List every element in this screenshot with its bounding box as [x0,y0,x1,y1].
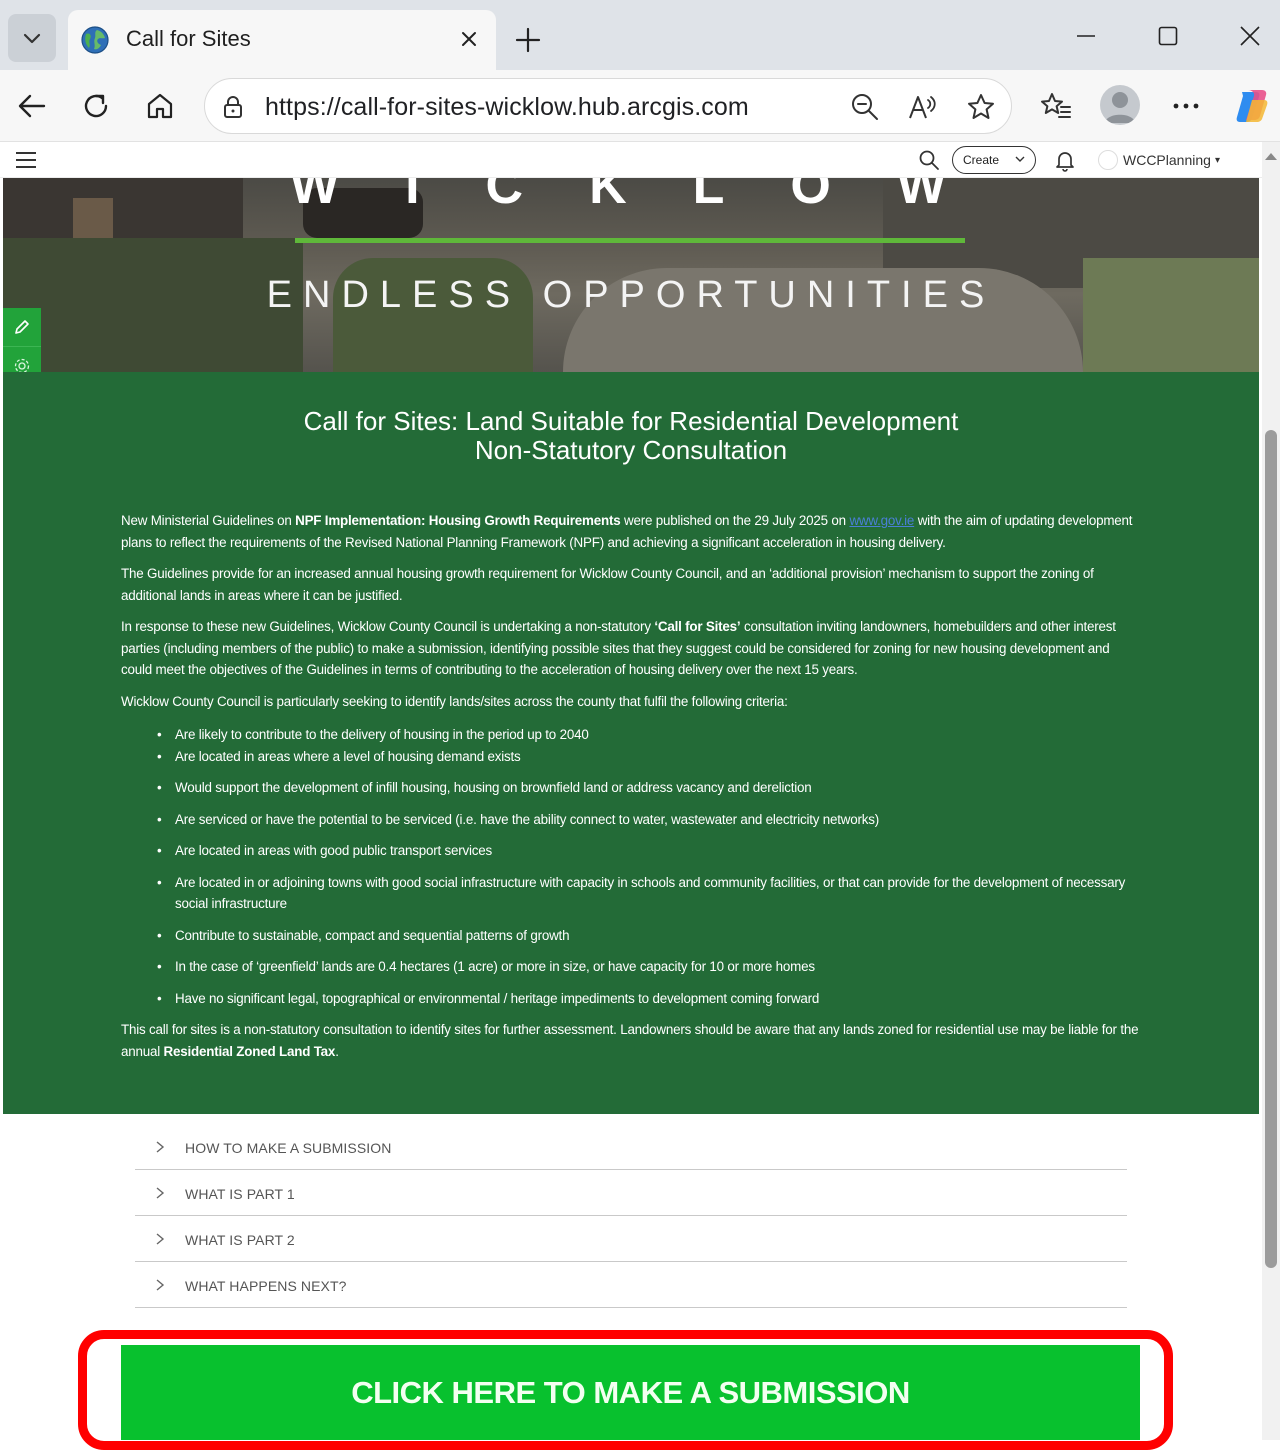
tab-close-button[interactable] [454,24,484,54]
accordion-item-what-next[interactable]: WHAT HAPPENS NEXT? [135,1262,1127,1308]
globe-icon [81,26,109,54]
home-button[interactable] [138,84,182,128]
list-item: Are located in areas where a level of ho… [157,746,1141,768]
list-item: Contribute to sustainable, compact and s… [157,925,1141,947]
call-for-sites-term: ‘Call for Sites’ [654,619,741,634]
intro-text: New Ministerial Guidelines on [121,513,296,528]
site-header: Create WCCPlanning ▾ [0,142,1262,178]
lock-icon[interactable] [219,93,247,121]
list-item: Would support the development of infill … [157,777,1141,799]
hero-tagline: ENDLESS OPPORTUNITIES [266,274,996,316]
favorite-button[interactable] [963,89,999,125]
tax-paragraph: This call for sites is a non-statutory c… [121,1019,1141,1062]
chevron-down-icon [1015,156,1025,162]
new-tab-button[interactable] [510,22,546,58]
list-item: Are likely to contribute to the delivery… [157,724,1141,746]
gov-ie-link[interactable]: www.gov.ie [849,513,914,528]
plus-icon [515,27,541,53]
star-icon [968,94,994,119]
hero-wordmark: WICKLOW [290,178,1012,215]
user-menu[interactable]: WCCPlanning ▾ [1098,146,1230,174]
create-button[interactable]: Create [952,146,1036,174]
response-text: In response to these new Guidelines, Wic… [121,619,655,634]
maximize-icon [1158,26,1178,46]
tab-call-for-sites[interactable]: Call for Sites [68,10,496,70]
search-icon[interactable] [918,149,940,171]
back-button[interactable] [10,84,54,128]
intro-paragraph: New Ministerial Guidelines on NPF Implem… [121,510,1141,553]
minimize-button[interactable] [1066,16,1106,56]
consultation-section: Call for Sites: Land Suitable for Reside… [3,372,1259,1114]
close-window-button[interactable] [1230,16,1270,56]
chevron-right-icon [156,1141,165,1153]
create-label: Create [963,153,1000,167]
person-icon [1105,92,1135,123]
list-item: Are serviced or have the potential to be… [157,809,1141,831]
tab-title: Call for Sites [126,26,251,51]
user-avatar [1098,150,1118,170]
hero-accent-line [295,238,965,243]
close-icon [462,32,476,46]
home-icon [147,93,173,119]
guidelines-title: NPF Implementation: Housing Growth Requi… [295,513,621,528]
caret-down-icon: ▾ [1214,154,1220,166]
chevron-right-icon [156,1233,165,1245]
refresh-icon [84,94,108,118]
close-icon [1240,26,1260,46]
accordion-label: WHAT IS PART 1 [185,1186,295,1202]
bell-icon[interactable] [1054,148,1076,172]
url-text[interactable]: https://call-for-sites-wicklow.hub.arcgi… [265,93,749,122]
list-item: Have no significant legal, topographical… [157,988,1141,1010]
consultation-body: New Ministerial Guidelines on NPF Implem… [121,510,1141,1072]
address-bar[interactable]: https://call-for-sites-wicklow.hub.arcgi… [204,78,1012,134]
page-subtitle: Non-Statutory Consultation [474,435,788,465]
highlight-box [78,1330,1173,1450]
zoom-button[interactable] [847,89,883,125]
refresh-button[interactable] [74,84,118,128]
arrow-left-icon [18,94,46,118]
more-options-button[interactable] [1164,84,1208,128]
chevron-right-icon [156,1279,165,1291]
browser-tab-bar: Call for Sites [0,0,1280,70]
accordion-label: WHAT IS PART 2 [185,1232,295,1248]
copilot-icon[interactable] [1232,86,1272,126]
profile-avatar[interactable] [1100,85,1140,125]
scrollbar-thumb[interactable] [1265,430,1277,1268]
zoom-out-icon [852,94,878,120]
guidelines-paragraph: The Guidelines provide for an increased … [121,566,1094,603]
favorites-button[interactable] [1034,84,1078,128]
chevron-down-icon [23,33,41,44]
maximize-button[interactable] [1148,16,1188,56]
username: WCCPlanning [1123,152,1211,168]
accordion-label: HOW TO MAKE A SUBMISSION [185,1140,392,1156]
chevron-right-icon [156,1187,165,1199]
list-item: Are located in areas with good public tr… [157,840,1141,862]
tax-term: Residential Zoned Land Tax [163,1043,336,1059]
accordion-item-part-1[interactable]: WHAT IS PART 1 [135,1170,1127,1216]
favorites-list-icon [1041,93,1071,118]
hamburger-menu-icon[interactable] [14,148,38,172]
intro-text: were published on the 29 July 2025 on [620,513,850,528]
hero-banner: WICKLOW ENDLESS OPPORTUNITIES [3,178,1259,372]
edit-button[interactable] [3,308,41,347]
read-aloud-icon [909,96,936,119]
accordion-item-part-2[interactable]: WHAT IS PART 2 [135,1216,1127,1262]
pencil-icon [15,320,29,334]
scroll-up-arrow-icon[interactable] [1264,150,1278,162]
accordion-item-how-to-submit[interactable]: HOW TO MAKE A SUBMISSION [135,1124,1127,1170]
accordion-label: WHAT HAPPENS NEXT? [185,1278,347,1294]
more-icon [1173,103,1199,109]
read-aloud-button[interactable] [905,89,941,125]
criteria-intro: Wicklow County Council is particularly s… [121,693,788,709]
criteria-list: Are likely to contribute to the delivery… [157,724,1141,1009]
list-item: Are located in or adjoining towns with g… [157,872,1141,915]
minimize-icon [1077,35,1095,37]
tax-text: . [335,1043,339,1059]
faq-accordion: HOW TO MAKE A SUBMISSION WHAT IS PART 1 … [135,1124,1127,1308]
tab-actions-button[interactable] [8,14,56,62]
response-paragraph: In response to these new Guidelines, Wic… [121,616,1141,681]
browser-toolbar: https://call-for-sites-wicklow.hub.arcgi… [0,70,1280,142]
page-title: Call for Sites: Land Suitable for Reside… [303,406,959,436]
list-item: In the case of ‘greenfield’ lands are 0.… [157,956,1141,978]
